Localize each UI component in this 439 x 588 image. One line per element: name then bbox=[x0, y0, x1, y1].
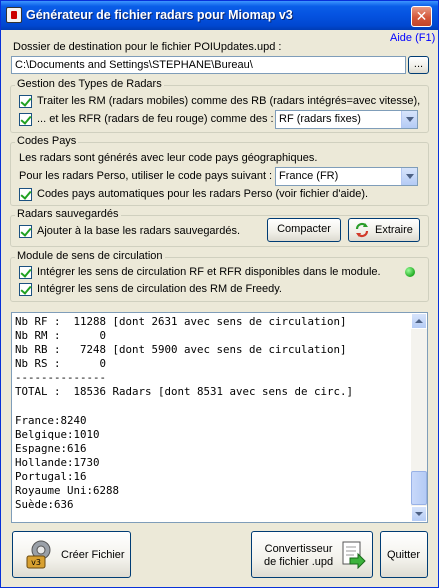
module-legend: Module de sens de circulation bbox=[15, 250, 165, 262]
rfr-select[interactable]: RF (radars fixes) bbox=[275, 110, 418, 129]
codes-info: Les radars sont générés avec leur code p… bbox=[19, 152, 318, 164]
converter-label-line1: Convertisseur bbox=[264, 543, 333, 555]
file-convert-icon bbox=[342, 541, 366, 569]
module-rf-label: Intégrer les sens de circulation RF et R… bbox=[37, 266, 381, 278]
create-file-button[interactable]: v3 Créer Fichier bbox=[12, 531, 131, 578]
scroll-up-icon[interactable] bbox=[411, 313, 427, 329]
codes-legend: Codes Pays bbox=[15, 135, 79, 147]
destination-label: Dossier de destination pour le fichier P… bbox=[13, 41, 282, 53]
rm-checkbox[interactable] bbox=[19, 95, 32, 108]
module-rm-label: Intégrer les sens de circulation des RM … bbox=[37, 283, 282, 295]
perso-label: Pour les radars Perso, utiliser le code … bbox=[19, 170, 273, 182]
extract-label: Extraire bbox=[375, 224, 413, 236]
rfr-checkbox[interactable] bbox=[19, 113, 32, 126]
converter-button[interactable]: Convertisseur de fichier .upd bbox=[251, 531, 373, 578]
auto-codes-checkbox[interactable] bbox=[19, 188, 32, 201]
saved-legend: Radars sauvegardés bbox=[15, 208, 121, 220]
window-title: Générateur de fichier radars pour Miomap… bbox=[26, 8, 293, 22]
scroll-down-icon[interactable] bbox=[411, 506, 427, 522]
compact-button[interactable]: Compacter bbox=[267, 218, 341, 242]
auto-codes-label: Codes pays automatiques pour les radars … bbox=[37, 188, 369, 200]
module-group bbox=[10, 257, 429, 302]
destination-field[interactable]: C:\Documents and Settings\STEPHANE\Burea… bbox=[11, 56, 406, 74]
close-button[interactable]: ✕ bbox=[411, 6, 432, 27]
quit-button[interactable]: Quitter bbox=[380, 531, 428, 578]
module-rm-checkbox[interactable] bbox=[19, 283, 32, 296]
converter-label-line2: de fichier .upd bbox=[264, 556, 334, 568]
browse-button[interactable]: ... bbox=[408, 56, 429, 74]
module-rf-checkbox[interactable] bbox=[19, 266, 32, 279]
add-saved-checkbox[interactable] bbox=[19, 225, 32, 238]
app-icon bbox=[6, 7, 22, 23]
gear-icon: v3 bbox=[26, 540, 51, 569]
chevron-down-icon bbox=[401, 111, 417, 128]
scroll-thumb[interactable] bbox=[411, 471, 427, 505]
title-bar[interactable]: Générateur de fichier radars pour Miomap… bbox=[1, 1, 438, 30]
add-saved-label: Ajouter à la base les radars sauvegardés… bbox=[37, 225, 241, 237]
converter-label: Convertisseur de fichier .upd bbox=[264, 543, 333, 569]
extract-button[interactable]: Extraire bbox=[348, 218, 420, 242]
main-window: Générateur de fichier radars pour Miomap… bbox=[0, 0, 439, 588]
log-scrollbar[interactable] bbox=[411, 313, 427, 522]
svg-text:v3: v3 bbox=[31, 558, 41, 567]
create-file-label: Créer Fichier bbox=[61, 549, 125, 561]
perso-select-value: France (FR) bbox=[279, 170, 339, 182]
types-legend: Gestion des Types de Radars bbox=[15, 78, 164, 90]
close-icon: ✕ bbox=[415, 8, 428, 24]
refresh-icon bbox=[355, 222, 369, 238]
quit-label: Quitter bbox=[387, 549, 421, 561]
log-text: Nb RF : 11288 [dont 2631 avec sens de ci… bbox=[15, 315, 354, 512]
status-indicator-icon bbox=[405, 267, 415, 277]
rfr-label: ... et les RFR (radars de feu rouge) com… bbox=[37, 113, 274, 125]
log-output[interactable]: Nb RF : 11288 [dont 2631 avec sens de ci… bbox=[11, 312, 428, 523]
perso-select[interactable]: France (FR) bbox=[275, 167, 418, 186]
chevron-down-icon bbox=[401, 168, 417, 185]
help-link[interactable]: Aide (F1) bbox=[390, 32, 435, 44]
rfr-select-value: RF (radars fixes) bbox=[279, 113, 361, 125]
rm-label: Traiter les RM (radars mobiles) comme de… bbox=[37, 95, 421, 107]
